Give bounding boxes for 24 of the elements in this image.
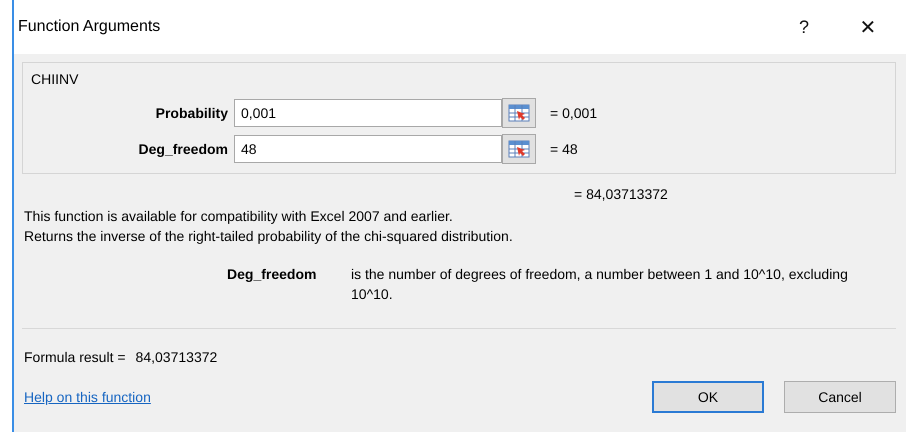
function-result: = 84,03713372 xyxy=(574,186,668,202)
function-name: CHIINV xyxy=(31,71,78,87)
input-field[interactable]: 48 xyxy=(234,135,502,163)
help-button[interactable]: ? xyxy=(772,7,836,47)
window-title: Function Arguments xyxy=(18,18,162,36)
range-select-button[interactable] xyxy=(502,134,536,164)
argument-name: Deg_freedom xyxy=(227,265,318,284)
description-text: Returns the inverse of the right-tailed probability of the chi-squared distribution. xyxy=(24,227,514,246)
help-link[interactable]: Help on this function xyxy=(24,389,151,405)
formula-result-label: Formula result = xyxy=(24,349,126,365)
argument-description: is the number of degrees of freedom, a number between 1 and 10^10, excluding 10^10. xyxy=(351,265,849,304)
dialog-button[interactable]: OK xyxy=(652,381,764,413)
input-field[interactable]: 0,001 xyxy=(234,99,502,127)
argument-result: = 48 xyxy=(550,141,578,157)
cell-range-icon xyxy=(508,104,530,122)
cell-range-icon xyxy=(508,140,530,158)
argument-result: = 0,001 xyxy=(550,105,598,121)
description-text: This function is available for compatibility with Excel 2007 and earlier. xyxy=(24,207,454,226)
formula-result-value: 84,03713372 xyxy=(136,349,218,365)
dialog-button[interactable]: Cancel xyxy=(784,381,896,413)
argument-label: Probability xyxy=(154,105,229,121)
close-button[interactable]: ✕ xyxy=(836,7,900,47)
argument-label: Deg_freedom xyxy=(138,141,229,157)
range-select-button[interactable] xyxy=(502,98,536,128)
